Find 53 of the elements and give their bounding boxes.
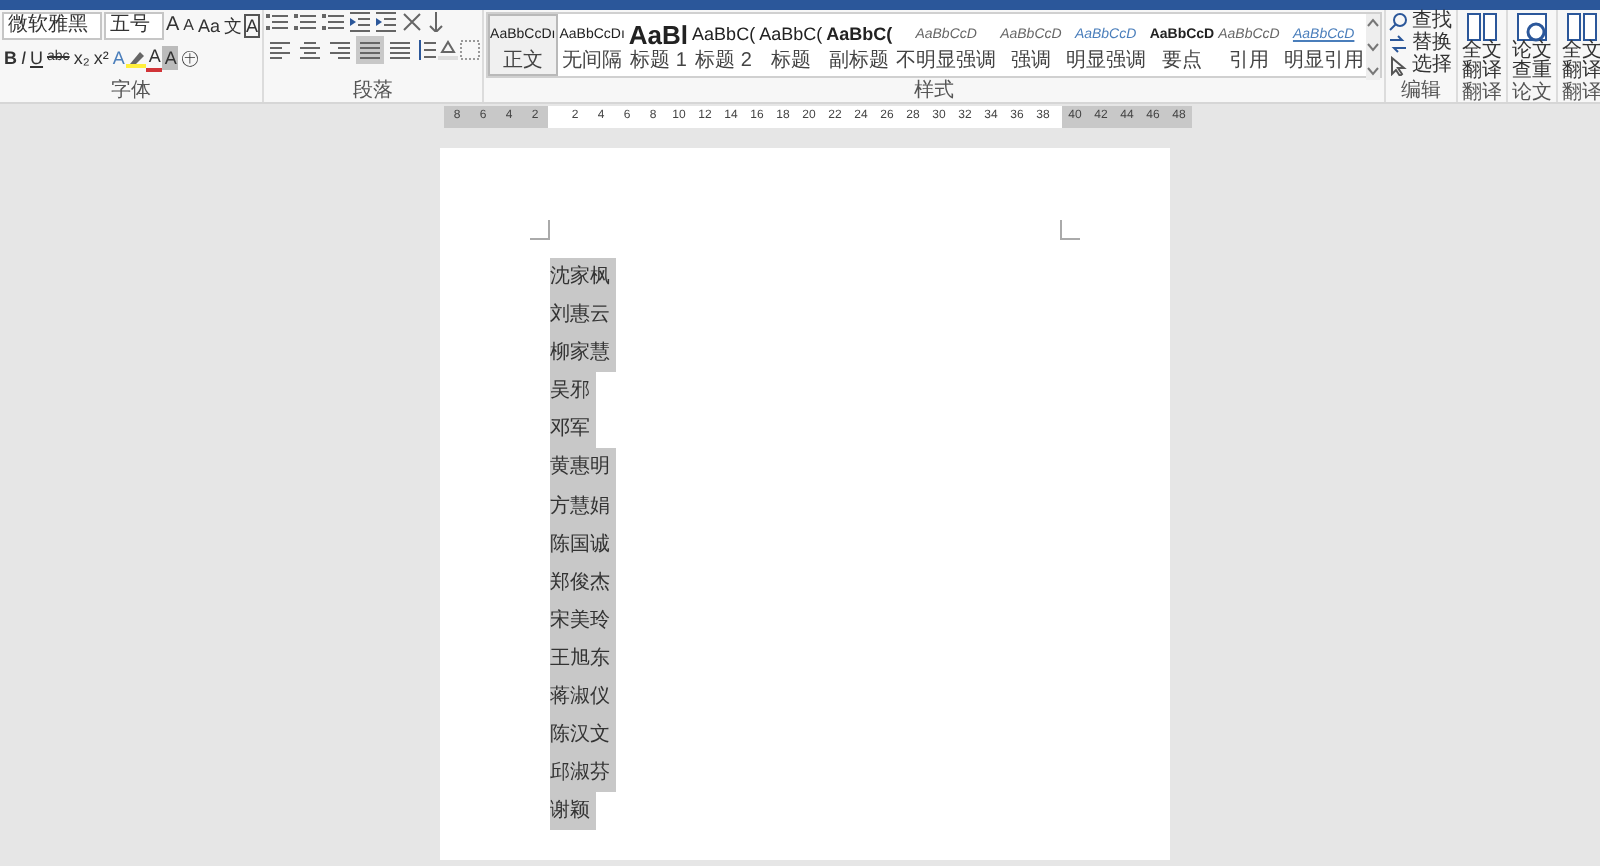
justify-button[interactable] [356, 36, 385, 64]
search-icon [1387, 12, 1408, 32]
bold-button[interactable]: B [2, 46, 19, 70]
format-button[interactable]: A [244, 14, 261, 38]
group-label: 字体 [109, 80, 154, 102]
style-item[interactable]: AaBbC( 副标题 [824, 14, 895, 76]
sort-icon[interactable] [428, 12, 445, 32]
style-item[interactable]: AaBbC( 标题 2 [690, 14, 758, 76]
style-item[interactable]: AaBbC( 标题 [757, 14, 825, 76]
format-button[interactable]: A [110, 46, 127, 70]
highlighter-icon[interactable] [126, 48, 147, 68]
format-button[interactable]: ㊉ [178, 46, 201, 70]
align-left-button[interactable] [266, 36, 295, 64]
group-label: 段落 [351, 80, 396, 102]
numbered-list-icon[interactable] [294, 12, 317, 32]
group-label: 样式 [911, 80, 956, 102]
replace-icon [1387, 34, 1408, 54]
tool-button[interactable]: 论文查重 [1509, 12, 1554, 82]
format-button[interactable]: A [164, 14, 182, 38]
format-button[interactable]: x² [91, 46, 111, 70]
align-center-button[interactable] [296, 36, 325, 64]
margin-corner-mark [1060, 220, 1080, 240]
multilevel-list-icon[interactable] [322, 12, 345, 32]
editing-button[interactable]: 替换 [1387, 34, 1454, 54]
shading-icon[interactable] [438, 40, 459, 60]
gallery-scroll-icon[interactable] [1365, 14, 1380, 80]
distribute-button[interactable] [386, 36, 415, 64]
group-label: 翻译 [1559, 82, 1600, 104]
underline-button[interactable]: U [28, 46, 46, 70]
italic-button[interactable]: I [19, 46, 29, 70]
bullet-list-icon[interactable] [266, 12, 289, 32]
format-button[interactable]: A [181, 14, 197, 38]
group-label: 论文 [1509, 82, 1554, 104]
align-right-button[interactable] [326, 36, 355, 64]
format-button[interactable]: x₂ [71, 46, 92, 70]
format-button[interactable]: A [162, 46, 179, 70]
borders-icon[interactable] [460, 40, 481, 60]
tool-button[interactable]: 全文翻译 [1459, 12, 1504, 82]
margin-corner-mark [530, 220, 550, 240]
editing-button[interactable]: 选择 [1387, 56, 1454, 76]
group-label: 翻译 [1459, 82, 1504, 104]
font-name-field[interactable]: 微软雅黑 [2, 12, 102, 40]
editing-button[interactable]: 查找 [1387, 12, 1454, 32]
format-button[interactable]: Aa [196, 14, 223, 38]
style-item[interactable]: AaBl 标题 1 [626, 14, 691, 76]
decrease-indent-icon[interactable] [350, 12, 371, 32]
cursor-icon [1387, 56, 1408, 76]
format-button[interactable]: 文 [222, 14, 245, 38]
group-label: 编辑 [1398, 80, 1443, 102]
tool-button[interactable]: 全文翻译 [1559, 12, 1600, 82]
font-size-field[interactable]: 五号 [104, 12, 164, 40]
increase-indent-icon[interactable] [376, 12, 397, 32]
line-spacing-icon[interactable] [416, 40, 437, 60]
